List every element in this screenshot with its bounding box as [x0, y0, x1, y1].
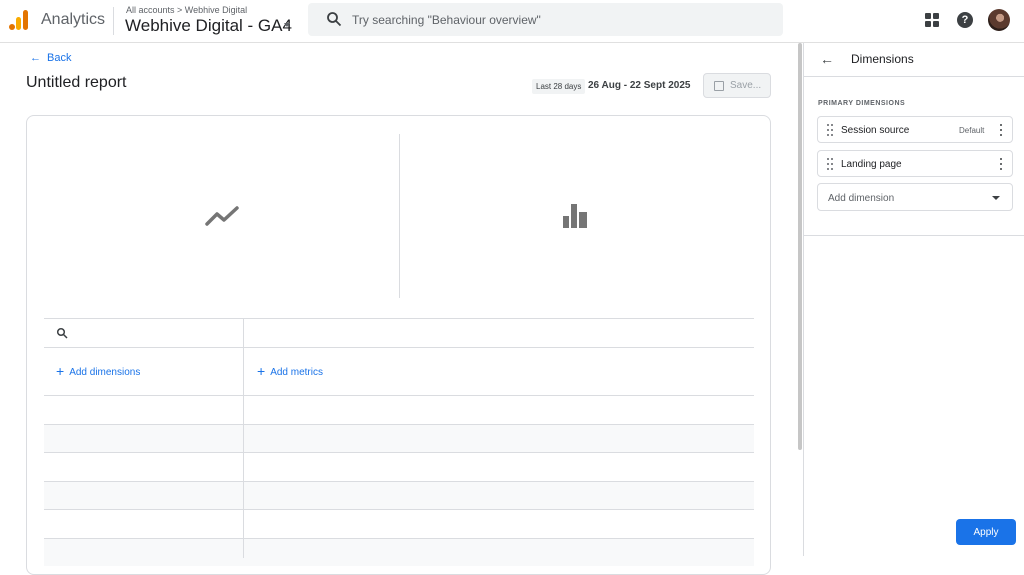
table-divider — [44, 452, 754, 453]
back-link[interactable]: ← Back — [30, 52, 71, 64]
caret-down-icon — [992, 196, 1000, 200]
more-vert-icon[interactable] — [999, 124, 1003, 136]
default-badge: Default — [959, 126, 985, 135]
table-divider — [44, 538, 754, 539]
add-dimensions-label: Add dimensions — [69, 367, 141, 378]
line-chart-icon[interactable] — [205, 204, 239, 228]
panel-header: ← Dimensions — [804, 43, 1024, 77]
panel-divider — [804, 235, 1024, 236]
dimensions-panel: ← Dimensions PRIMARY DIMENSIONS Session … — [803, 43, 1024, 556]
analytics-logo-icon[interactable] — [9, 10, 29, 30]
add-metrics-label: Add metrics — [270, 367, 323, 378]
header-divider — [113, 7, 114, 35]
date-range-label[interactable]: Last 28 days — [532, 79, 586, 94]
table-column-divider — [243, 318, 244, 558]
main-scrollbar[interactable] — [798, 43, 802, 450]
search-input[interactable] — [352, 11, 772, 29]
report-card: + Add dimensions + Add metrics — [26, 115, 771, 575]
table-divider — [44, 481, 754, 482]
arrow-left-icon: ← — [30, 52, 41, 64]
more-vert-icon[interactable] — [999, 158, 1003, 170]
visualization-divider — [399, 134, 400, 298]
dimension-name: Landing page — [841, 159, 902, 170]
property-selector[interactable]: Webhive Digital - GA4 — [125, 16, 292, 36]
table-row — [44, 424, 754, 452]
search-icon — [327, 12, 342, 27]
save-icon — [714, 81, 724, 91]
table-divider — [44, 424, 754, 425]
add-dimensions-link[interactable]: + Add dimensions — [56, 363, 140, 379]
save-button[interactable]: Save... — [703, 73, 771, 98]
table-divider — [44, 318, 754, 319]
panel-title: Dimensions — [851, 52, 914, 66]
page-title[interactable]: Untitled report — [26, 74, 127, 92]
bar-chart-icon[interactable] — [563, 204, 591, 228]
plus-icon: + — [257, 363, 266, 379]
back-label: Back — [47, 52, 72, 64]
section-label: PRIMARY DIMENSIONS — [818, 100, 906, 107]
table-row — [44, 481, 754, 509]
search-box[interactable] — [308, 3, 783, 36]
help-icon[interactable]: ? — [957, 12, 973, 28]
search-icon[interactable] — [56, 327, 68, 339]
caret-down-icon[interactable] — [284, 23, 290, 27]
avatar[interactable] — [988, 9, 1010, 31]
add-dimension-label: Add dimension — [828, 193, 895, 204]
dimension-item-session-source[interactable]: Session source Default — [817, 116, 1013, 143]
apply-button[interactable]: Apply — [956, 519, 1016, 545]
add-metrics-link[interactable]: + Add metrics — [257, 363, 323, 379]
apps-grid-icon[interactable] — [925, 13, 939, 27]
drag-handle-icon[interactable] — [827, 158, 833, 170]
save-label: Save... — [730, 80, 762, 91]
table-divider — [44, 509, 754, 510]
add-dimension-dropdown[interactable]: Add dimension — [817, 183, 1013, 211]
table-divider — [44, 395, 754, 396]
account-breadcrumb[interactable]: All accounts > Webhive Digital — [126, 5, 247, 15]
plus-icon: + — [56, 363, 65, 379]
arrow-left-icon[interactable]: ← — [820, 51, 836, 67]
drag-handle-icon[interactable] — [827, 124, 833, 136]
dimension-item-landing-page[interactable]: Landing page — [817, 150, 1013, 177]
top-bar: Analytics All accounts > Webhive Digital… — [0, 0, 1024, 43]
dimension-name: Session source — [841, 125, 910, 136]
table-row — [44, 538, 754, 566]
app-name: Analytics — [41, 11, 106, 28]
date-range[interactable]: 26 Aug - 22 Sept 2025 — [588, 80, 690, 91]
table-divider — [44, 347, 754, 348]
